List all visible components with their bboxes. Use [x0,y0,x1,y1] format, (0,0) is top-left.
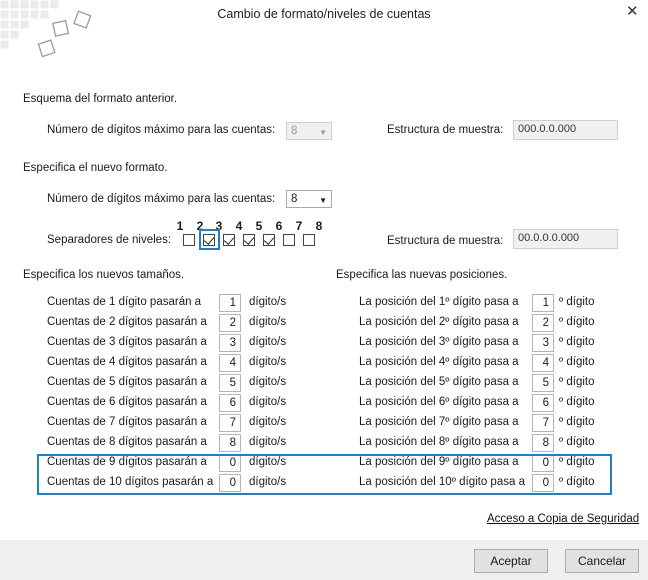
separator-number: 1 [176,219,184,233]
footer-bar [0,540,648,580]
separator-number: 8 [315,219,323,233]
size-input[interactable]: 7 [219,414,241,432]
position-unit-label: º dígito [559,296,595,308]
position-row-label: La posición del 1º dígito pasa a [359,296,519,308]
position-row-label: La posición del 3º dígito pasa a [359,336,519,348]
separator-number: 4 [235,219,243,233]
position-unit-label: º dígito [559,376,595,388]
old-structure-field: 000.0.0.000 [513,120,618,140]
separator-checkbox[interactable] [223,234,235,246]
old-format-heading: Esquema del formato anterior. [23,93,178,105]
size-row-label: Cuentas de 1 dígito pasarán a [47,296,202,308]
separator-checkbox[interactable] [303,234,315,246]
new-structure-label: Estructura de muestra: [387,235,504,247]
new-max-digits-select[interactable]: 8 ▼ [286,190,332,208]
position-row-label: La posición del 5º dígito pasa a [359,376,519,388]
old-structure-label: Estructura de muestra: [387,124,504,136]
backup-link[interactable]: Acceso a Copia de Seguridad [487,513,639,525]
size-unit-label: dígito/s [249,436,287,448]
size-unit-label: dígito/s [249,316,287,328]
size-unit-label: dígito/s [249,336,287,348]
separator-checkbox[interactable] [263,234,275,246]
new-format-heading: Especifica el nuevo formato. [23,162,168,174]
size-row-label: Cuentas de 2 dígitos pasarán a [47,316,207,328]
position-unit-label: º dígito [559,396,595,408]
size-row-label: Cuentas de 6 dígitos pasarán a [47,396,207,408]
size-input[interactable]: 3 [219,334,241,352]
size-unit-label: dígito/s [249,356,287,368]
position-row-label: La posición del 4º dígito pasa a [359,356,519,368]
separators-label: Separadores de niveles: [47,234,172,246]
sizes-heading: Especifica los nuevos tamaños. [23,269,185,281]
position-input[interactable]: 3 [532,334,554,352]
position-input[interactable]: 4 [532,354,554,372]
size-input[interactable]: 2 [219,314,241,332]
position-unit-label: º dígito [559,436,595,448]
size-input[interactable]: 8 [219,434,241,452]
chevron-down-icon: ▼ [319,128,327,137]
separator-number: 5 [255,219,263,233]
separator-number: 7 [295,219,303,233]
new-max-digits-label: Número de dígitos máximo para las cuenta… [47,193,276,205]
window-title: Cambio de formato/niveles de cuentas [217,7,431,21]
position-input[interactable]: 7 [532,414,554,432]
size-unit-label: dígito/s [249,396,287,408]
position-input[interactable]: 2 [532,314,554,332]
position-input[interactable]: 8 [532,434,554,452]
size-row-label: Cuentas de 3 dígitos pasarán a [47,336,207,348]
position-input[interactable]: 5 [532,374,554,392]
positions-heading: Especifica las nuevas posiciones. [336,269,508,281]
position-input[interactable]: 6 [532,394,554,412]
size-unit-label: dígito/s [249,296,287,308]
position-row-label: La posición del 2º dígito pasa a [359,316,519,328]
size-row-label: Cuentas de 4 dígitos pasarán a [47,356,207,368]
position-row-label: La posición del 6º dígito pasa a [359,396,519,408]
separator-focus-ring [199,229,220,250]
size-unit-label: dígito/s [249,416,287,428]
close-icon[interactable]: ✕ [626,2,639,20]
separator-checkbox[interactable] [283,234,295,246]
chevron-down-icon: ▼ [319,196,327,205]
size-input[interactable]: 5 [219,374,241,392]
position-unit-label: º dígito [559,416,595,428]
position-row-label: La posición del 7º dígito pasa a [359,416,519,428]
separator-checkbox[interactable] [183,234,195,246]
size-input[interactable]: 6 [219,394,241,412]
size-row-label: Cuentas de 5 dígitos pasarán a [47,376,207,388]
accept-button[interactable]: Aceptar [474,549,548,573]
position-unit-label: º dígito [559,316,595,328]
size-input[interactable]: 1 [219,294,241,312]
old-max-digits-select: 8 ▼ [286,122,332,140]
position-unit-label: º dígito [559,336,595,348]
size-input[interactable]: 4 [219,354,241,372]
position-unit-label: º dígito [559,356,595,368]
separator-number: 6 [275,219,283,233]
position-row-label: La posición del 8º dígito pasa a [359,436,519,448]
separator-checkbox[interactable] [243,234,255,246]
size-unit-label: dígito/s [249,376,287,388]
highlight-frame [37,454,612,495]
position-input[interactable]: 1 [532,294,554,312]
cancel-button[interactable]: Cancelar [565,549,639,573]
new-structure-field: 00.0.0.0.000 [513,229,618,249]
size-row-label: Cuentas de 7 dígitos pasarán a [47,416,207,428]
old-max-digits-label: Número de dígitos máximo para las cuenta… [47,124,276,136]
size-row-label: Cuentas de 8 dígitos pasarán a [47,436,207,448]
